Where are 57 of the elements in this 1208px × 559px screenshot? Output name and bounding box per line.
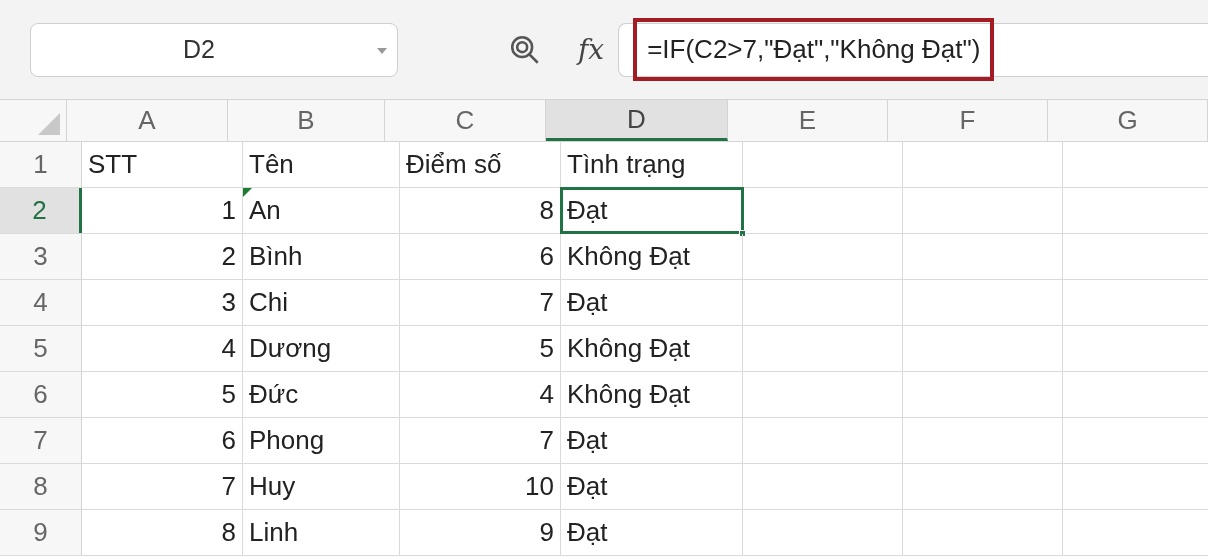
cell-text: 7 <box>539 424 554 457</box>
cell-text: STT <box>88 148 138 181</box>
cell-text: 7 <box>539 286 554 319</box>
cell-text: Đạt <box>567 424 608 457</box>
cell-text: Phong <box>249 424 325 457</box>
cell-text: 1 <box>221 194 236 227</box>
row-header[interactable]: 6 <box>0 372 82 417</box>
cell-text: Đạt <box>567 194 608 227</box>
cell-text: 5 <box>539 332 554 365</box>
cell-text: 7 <box>221 470 236 503</box>
caret-icon <box>377 47 387 54</box>
cell-text: Đạt <box>567 470 608 503</box>
cell-text: 9 <box>539 516 554 549</box>
cell-text: Không Đạt <box>567 240 690 273</box>
cell-text: 10 <box>525 470 554 503</box>
fill-handle[interactable] <box>739 230 746 237</box>
row-header[interactable]: 4 <box>0 280 82 325</box>
cell-text: 5 <box>221 378 236 411</box>
row-header[interactable]: 7 <box>0 418 82 463</box>
name-box[interactable]: D2 <box>30 22 398 77</box>
row-header[interactable]: 5 <box>0 326 82 371</box>
row-header[interactable]: 1 <box>0 142 82 187</box>
cell-text: 3 <box>221 286 236 319</box>
cell-text: Dương <box>249 332 332 365</box>
column-header[interactable]: D <box>546 100 728 141</box>
column-header[interactable]: G <box>1048 100 1208 141</box>
cell-text: Đạt <box>567 286 608 319</box>
cell-text: Chi <box>249 286 288 319</box>
cell-text: Không Đạt <box>567 332 690 365</box>
cell-text: Đức <box>249 378 299 411</box>
cell-text: Tên <box>249 148 294 181</box>
cell-text: Bình <box>249 240 303 273</box>
row-header[interactable]: 8 <box>0 464 82 509</box>
cell-text: Không Đạt <box>567 378 690 411</box>
row-header[interactable]: 9 <box>0 510 82 555</box>
cell-text: 8 <box>539 194 554 227</box>
formula-text: =IF(C2>7,"Đạt","Không Đạt") <box>633 18 995 81</box>
column-header[interactable]: A <box>67 100 228 141</box>
function-label[interactable]: fx <box>578 28 605 71</box>
cell-text: 6 <box>539 240 554 273</box>
row-header[interactable]: 2 <box>0 188 82 233</box>
column-header[interactable]: F <box>888 100 1048 141</box>
cell-text: Huy <box>249 470 296 503</box>
column-header[interactable]: E <box>728 100 888 141</box>
cell-text: Điểm số <box>406 148 502 181</box>
row-header[interactable]: 3 <box>0 234 82 279</box>
cell-text: 6 <box>221 424 236 457</box>
cell-text: Đạt <box>567 516 608 549</box>
cell-text: 2 <box>221 240 236 273</box>
cell-text: Tình trạng <box>567 148 686 181</box>
cell-text: Linh <box>249 516 299 549</box>
error-indicator-icon[interactable] <box>243 188 252 197</box>
cell-text: An <box>249 194 281 227</box>
cell-text: 4 <box>221 332 236 365</box>
column-header[interactable]: B <box>228 100 385 141</box>
cell-text: 4 <box>539 378 554 411</box>
cell-text: 8 <box>221 516 236 549</box>
